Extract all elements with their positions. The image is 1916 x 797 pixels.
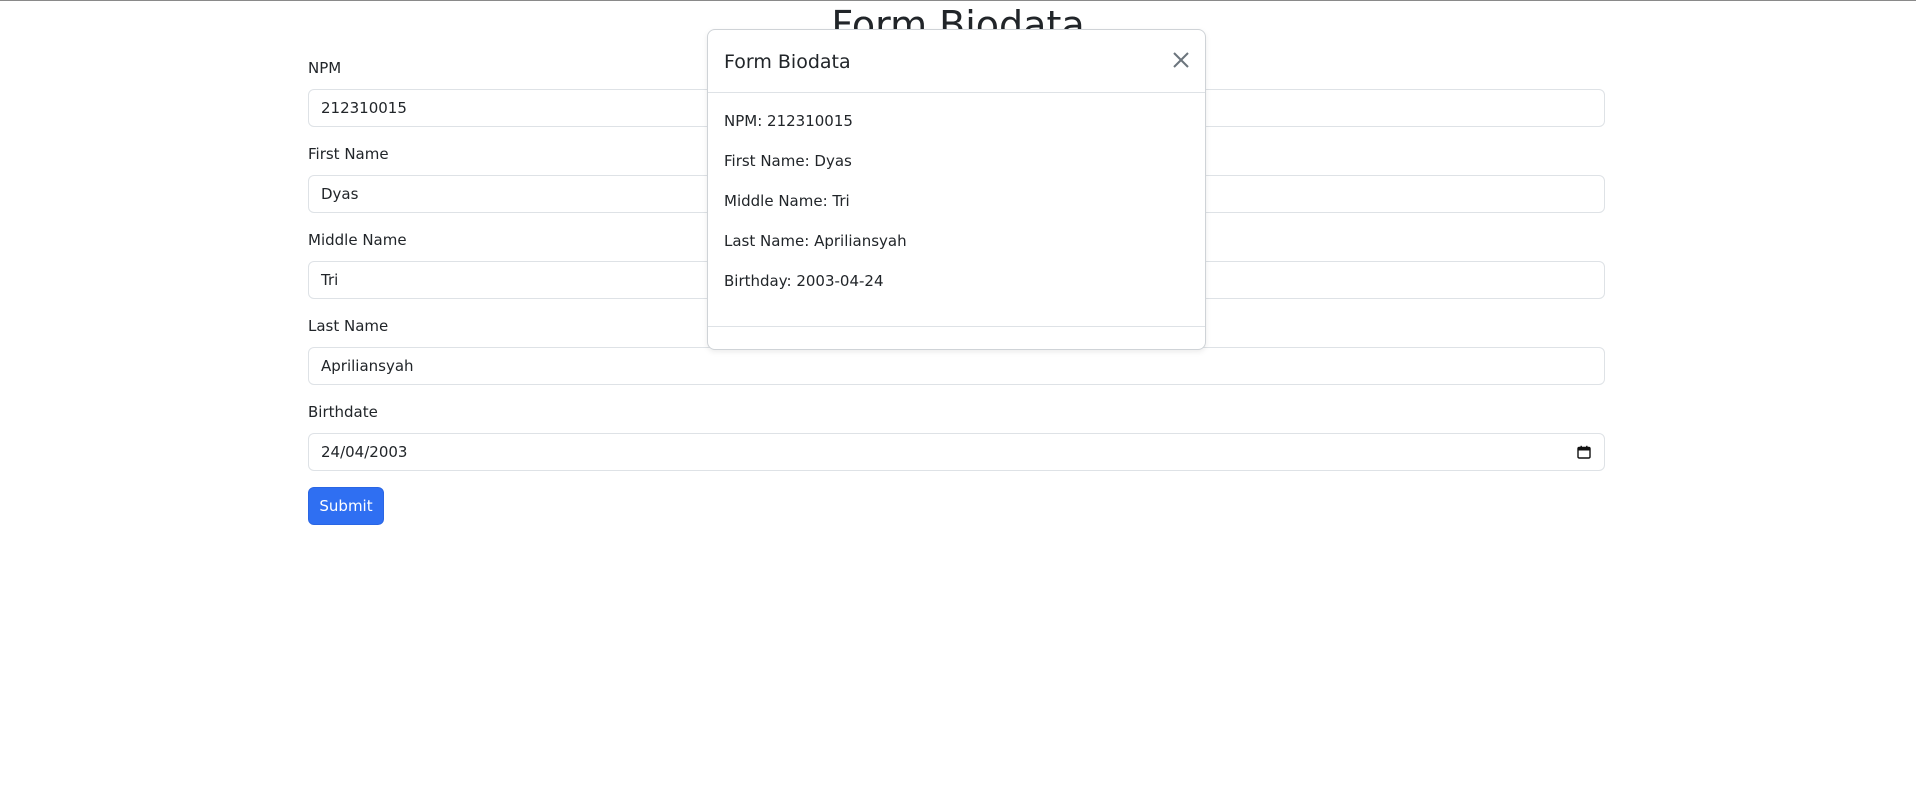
calendar-icon[interactable]: [1577, 445, 1591, 459]
modal-footer: [708, 326, 1205, 327]
middle-name-label: Middle Name: [308, 231, 407, 249]
modal-last-name-line: Last Name: Apriliansyah: [724, 232, 907, 250]
last-name-input[interactable]: Apriliansyah: [308, 347, 1605, 385]
close-icon[interactable]: [1169, 48, 1193, 72]
birthdate-value: 24/04/2003: [321, 443, 408, 461]
modal-first-name-line: First Name: Dyas: [724, 152, 852, 170]
npm-label: NPM: [308, 59, 342, 77]
birthdate-input[interactable]: 24/04/2003: [308, 433, 1605, 471]
biodata-modal: Form Biodata NPM: 212310015 First Name: …: [707, 29, 1206, 350]
top-divider: [0, 0, 1916, 1]
submit-button[interactable]: Submit: [308, 487, 384, 525]
modal-title: Form Biodata: [724, 51, 851, 73]
modal-birthday-line: Birthday: 2003-04-24: [724, 272, 884, 290]
modal-header: Form Biodata: [708, 30, 1205, 93]
birthdate-label: Birthdate: [308, 403, 378, 421]
modal-npm-line: NPM: 212310015: [724, 112, 853, 130]
first-name-label: First Name: [308, 145, 389, 163]
modal-middle-name-line: Middle Name: Tri: [724, 192, 850, 210]
last-name-label: Last Name: [308, 317, 389, 335]
